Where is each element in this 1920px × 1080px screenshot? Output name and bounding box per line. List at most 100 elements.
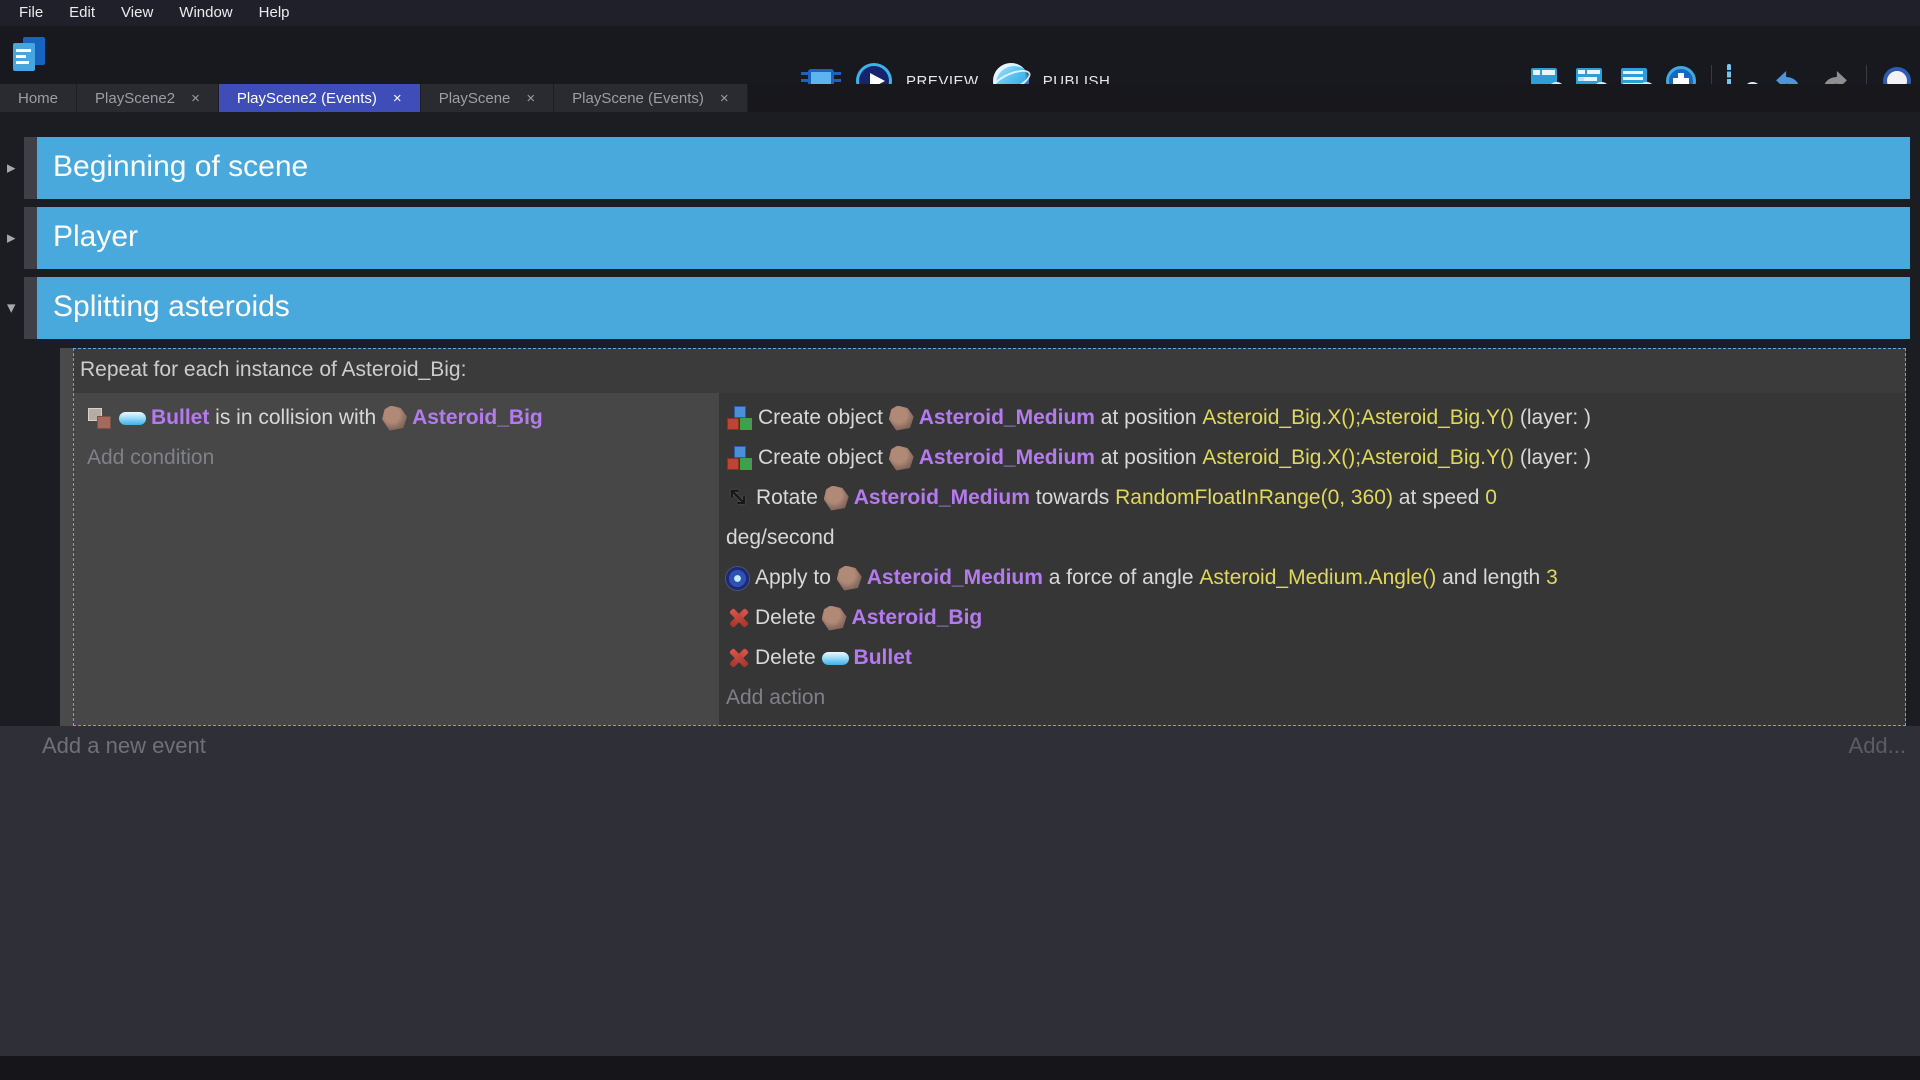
text-segment: Delete (755, 646, 822, 670)
text-segment: Asteroid_Medium (919, 446, 1095, 470)
text-segment: 3 (1546, 566, 1558, 590)
text-segment: Create object (758, 446, 889, 470)
tab-playscene2[interactable]: PlayScene2× (77, 84, 219, 112)
expand-arrow-icon[interactable]: ▶ (7, 232, 15, 245)
text-segment: Bullet (151, 406, 209, 430)
text-segment: at position (1095, 406, 1202, 430)
text-segment: at position (1095, 446, 1202, 470)
text-segment: RandomFloatInRange(0, 360) (1115, 486, 1393, 510)
text-segment: Asteroid_Big (852, 606, 983, 630)
text-segment: is in collision with (209, 406, 382, 430)
event-group: ▶ Player (0, 207, 1920, 269)
tab-label: PlayScene (439, 90, 511, 107)
text-segment: Apply to (755, 566, 837, 590)
text-segment: Asteroid_Medium (854, 486, 1030, 510)
gdevelop-logo (10, 37, 48, 75)
add-new-event-button[interactable]: Add a new event (42, 733, 206, 759)
event-group-header[interactable]: Player (37, 207, 1910, 269)
condition-action-columns: Bullet is in collision with Asteroid_Big… (74, 393, 1905, 725)
text-segment: 0 (1485, 486, 1497, 510)
menu-help[interactable]: Help (246, 0, 303, 26)
condition-row[interactable]: Bullet is in collision with Asteroid_Big (87, 398, 719, 438)
asteroid-icon (382, 406, 407, 431)
tab-close-icon[interactable]: × (393, 90, 402, 107)
add-action-button[interactable]: Add action (726, 678, 1905, 718)
event-groups: ▶ Beginning of scene ▶ Player ▼ Splitting ast… (0, 137, 1920, 347)
text-segment: towards (1030, 486, 1115, 510)
action-row[interactable]: Create object Asteroid_Medium at positio… (726, 438, 1905, 478)
horizontal-scrollbar[interactable] (0, 1056, 1920, 1080)
text-segment: and length (1436, 566, 1546, 590)
tab-home[interactable]: Home (0, 84, 77, 112)
repeat-event-selection: Repeat for each instance of Asteroid_Big… (73, 348, 1906, 726)
create-icon (726, 445, 752, 471)
collapse-arrow-icon[interactable]: ▼ (7, 302, 15, 315)
tab-label: Home (18, 90, 58, 107)
text-segment: Create object (758, 406, 889, 430)
action-row[interactable]: deg/second (726, 518, 1905, 558)
conditions-column: Bullet is in collision with Asteroid_Big… (74, 393, 719, 725)
force-icon (726, 567, 749, 590)
text-segment: a force of angle (1043, 566, 1199, 590)
asteroid-icon (889, 406, 914, 431)
action-row[interactable]: Delete Asteroid_Big (726, 598, 1905, 638)
delete-icon (726, 606, 750, 630)
menu-file[interactable]: File (6, 0, 56, 26)
event-group-title: Player (37, 207, 1910, 267)
create-icon (726, 405, 752, 431)
rotate-icon (726, 485, 752, 511)
text-segment: (layer: ) (1514, 446, 1591, 470)
repeat-event-header[interactable]: Repeat for each instance of Asteroid_Big… (74, 349, 1905, 393)
asteroid-icon (889, 446, 914, 471)
text-segment: at speed (1393, 486, 1485, 510)
delete-icon (726, 646, 750, 670)
collision-icon (87, 405, 113, 431)
tab-bar: HomePlayScene2×PlayScene2 (Events)×PlayS… (0, 84, 1920, 112)
action-row[interactable]: Delete Bullet (726, 638, 1905, 678)
event-group-title: Splitting asteroids (37, 277, 1910, 337)
text-segment: (layer: ) (1514, 406, 1591, 430)
event-gutter[interactable] (24, 207, 37, 269)
asteroid-icon (824, 486, 849, 511)
tab-close-icon[interactable]: × (526, 90, 535, 107)
events-sheet: ▶ Beginning of scene ▶ Player ▼ Splitting ast… (0, 112, 1920, 1080)
tab-label: PlayScene2 (Events) (237, 90, 377, 107)
actions-column: Create object Asteroid_Medium at positio… (719, 393, 1905, 725)
action-row[interactable]: Create object Asteroid_Medium at positio… (726, 398, 1905, 438)
add-button[interactable]: Add... (1849, 733, 1906, 759)
text-segment: Asteroid_Medium (867, 566, 1043, 590)
event-gutter[interactable] (24, 277, 37, 339)
tab-playscene[interactable]: PlayScene × (421, 84, 554, 112)
asteroid-icon (837, 566, 862, 591)
action-row[interactable]: Apply to Asteroid_Medium a force of angl… (726, 558, 1905, 598)
text-segment: Asteroid_Big.X();Asteroid_Big.Y() (1202, 446, 1514, 470)
asteroid-icon (822, 606, 847, 631)
event-group-header[interactable]: Splitting asteroids (37, 277, 1910, 339)
event-group: ▼ Splitting asteroids (0, 277, 1920, 339)
text-segment: Asteroid_Big.X();Asteroid_Big.Y() (1202, 406, 1514, 430)
tab-close-icon[interactable]: × (720, 90, 729, 107)
menu-bar: FileEditViewWindowHelp (0, 0, 1920, 26)
text-segment: Asteroid_Medium (919, 406, 1095, 430)
menu-view[interactable]: View (108, 0, 166, 26)
tab-playscene2-events-[interactable]: PlayScene2 (Events) × (219, 84, 421, 112)
action-row[interactable]: Rotate Asteroid_Medium towards RandomFlo… (726, 478, 1905, 518)
text-segment: Bullet (854, 646, 912, 670)
event-group-title: Beginning of scene (37, 137, 1910, 197)
expand-arrow-icon[interactable]: ▶ (7, 162, 15, 175)
menu-window[interactable]: Window (166, 0, 245, 26)
toolbar: PREVIEW PUBLISH (0, 26, 1920, 84)
text-segment: Rotate (756, 486, 824, 510)
events-footer: Add a new event Add... (42, 733, 1906, 759)
repeat-event[interactable]: Repeat for each instance of Asteroid_Big… (60, 348, 1906, 726)
event-group: ▶ Beginning of scene (0, 137, 1920, 199)
tab-close-icon[interactable]: × (191, 90, 200, 107)
menu-edit[interactable]: Edit (56, 0, 108, 26)
event-group-header[interactable]: Beginning of scene (37, 137, 1910, 199)
bullet-icon (119, 412, 146, 425)
tab-playscene-events-[interactable]: PlayScene (Events)× (554, 84, 748, 112)
text-segment: deg/second (726, 526, 835, 550)
event-gutter[interactable] (24, 137, 37, 199)
event-gutter[interactable] (60, 348, 73, 726)
add-condition-button[interactable]: Add condition (87, 438, 719, 478)
